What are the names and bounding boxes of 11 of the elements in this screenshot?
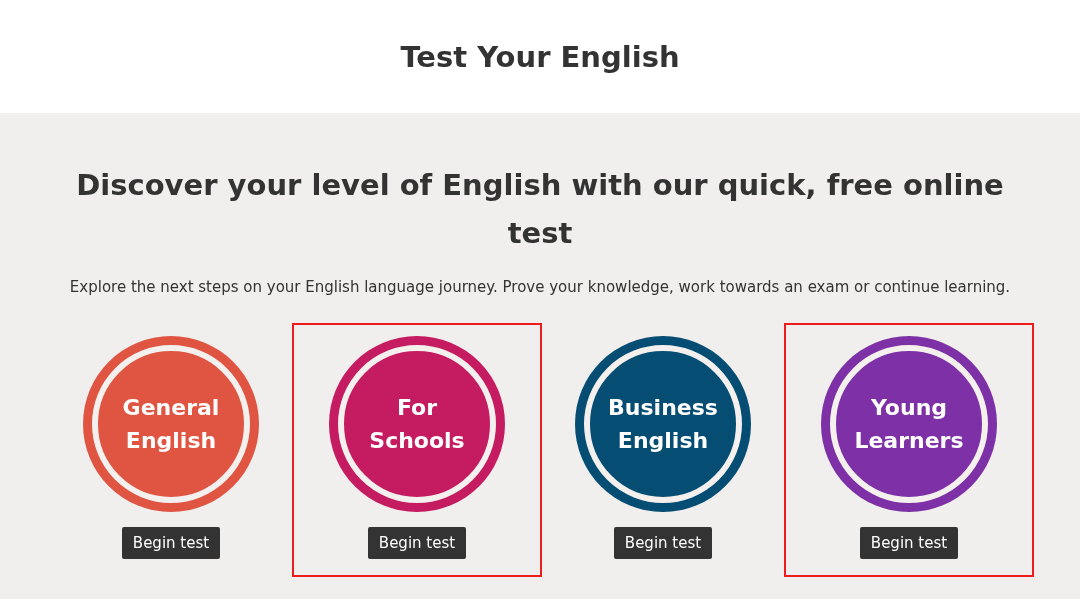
intro-text: Explore the next steps on your English language journey. Prove your knowledge, work towards an exam or continue learning. [69, 277, 1011, 298]
begin-test-button[interactable]: Begin test [121, 527, 221, 559]
badge-label: Business English [607, 394, 719, 455]
begin-test-button[interactable]: Begin test [859, 527, 959, 559]
badge-label: General English [121, 394, 221, 455]
begin-test-button[interactable]: Begin test [613, 527, 713, 559]
section-heading: Discover your level of English with our quick, free online test [75, 167, 1005, 252]
badge-label: Young Learners [853, 394, 965, 455]
begin-test-button[interactable]: Begin test [367, 527, 467, 559]
page-title: Test Your English [400, 39, 680, 74]
badge-label: For Schools [368, 394, 466, 455]
